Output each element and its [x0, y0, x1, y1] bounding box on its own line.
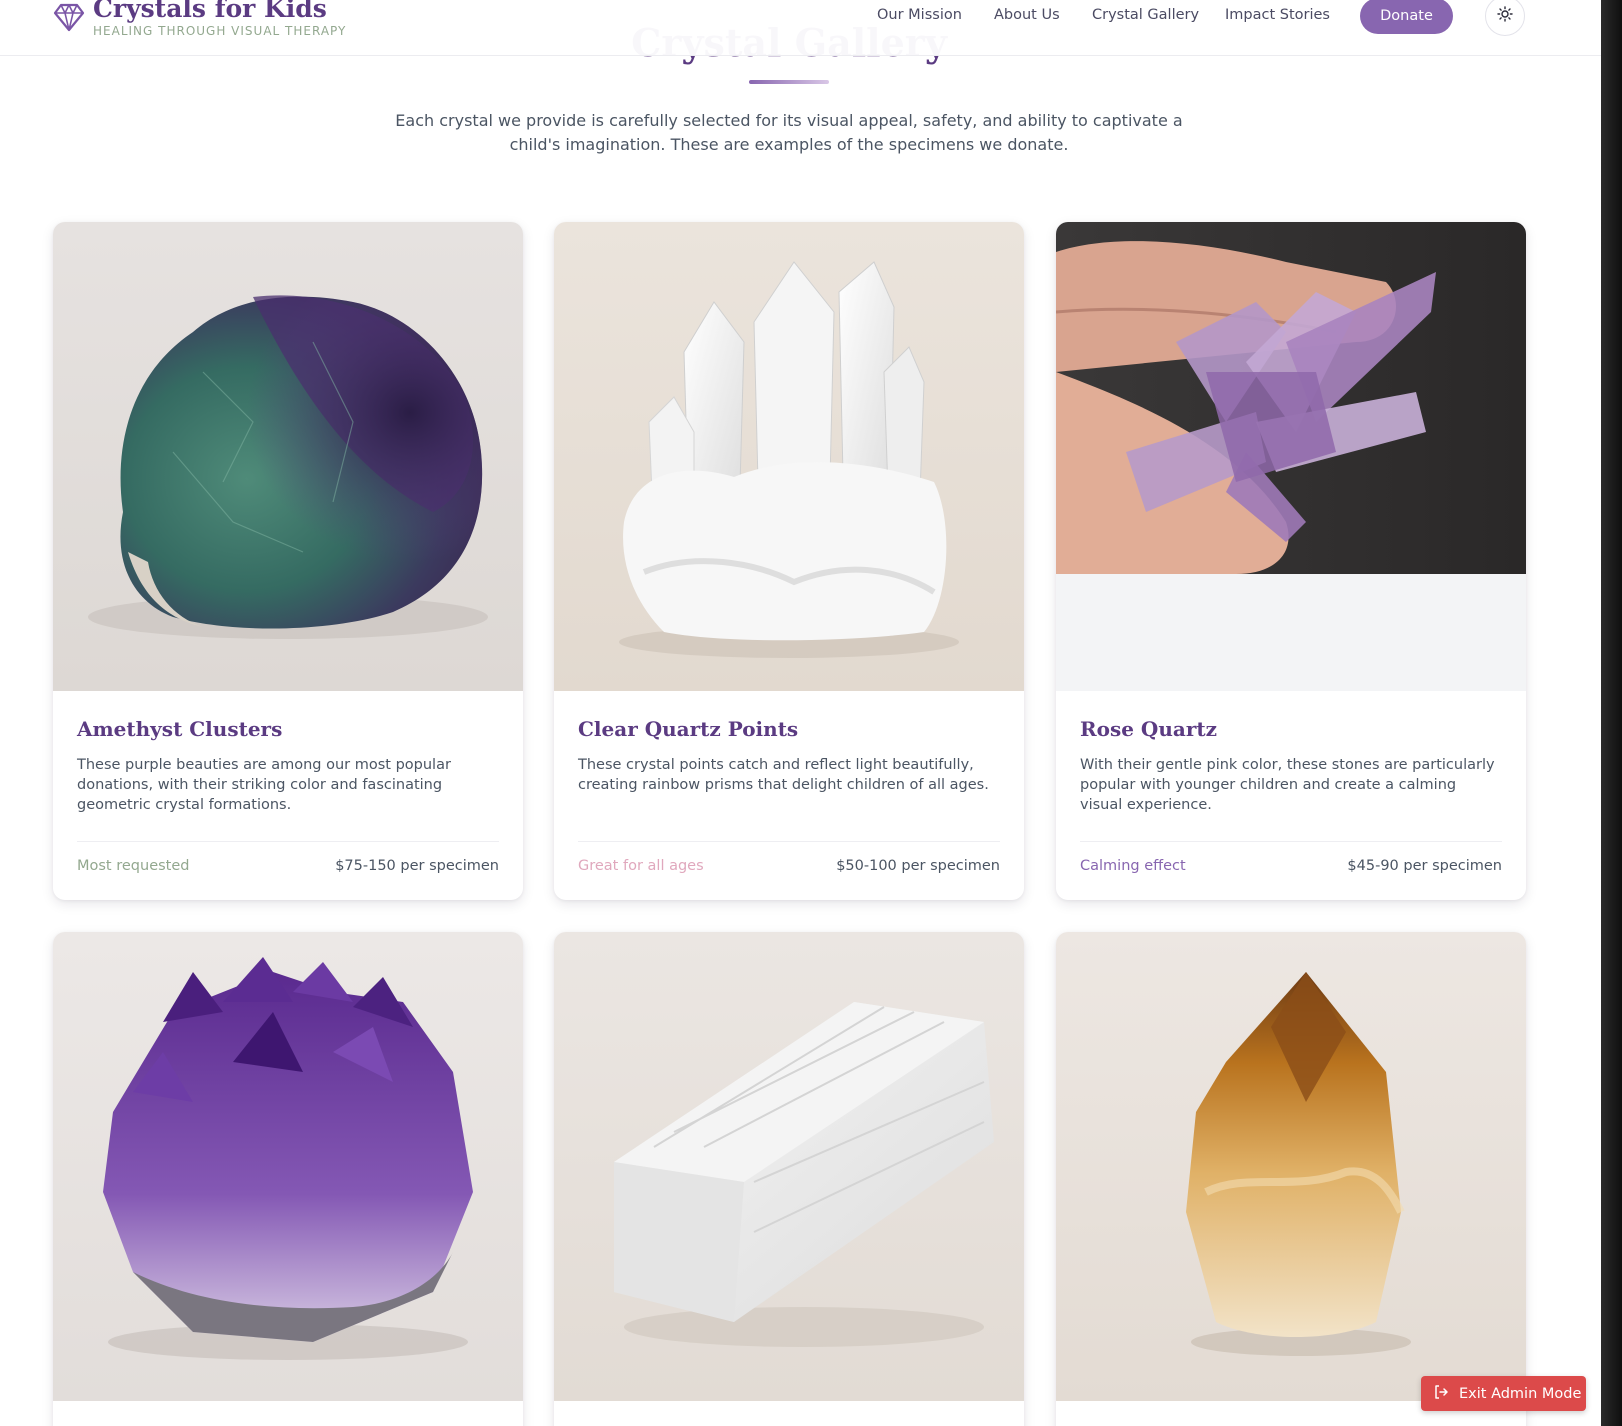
clear-quartz-image: [554, 222, 1024, 691]
crystal-card[interactable]: Rose Quartz With their gentle pink color…: [1056, 222, 1526, 900]
window-edge: [1601, 0, 1622, 1426]
card-tag: Calming effect: [1080, 858, 1186, 874]
card-title: Amethyst Clusters: [77, 717, 283, 741]
crystal-card[interactable]: [1056, 932, 1526, 1426]
card-divider: [77, 841, 499, 842]
citrine-image: [1056, 932, 1526, 1401]
card-price: $50-100 per specimen: [836, 858, 1000, 874]
crystal-card[interactable]: [554, 932, 1024, 1426]
card-divider: [1080, 841, 1502, 842]
selenite-image: [554, 932, 1024, 1401]
card-price: $75-150 per specimen: [335, 858, 499, 874]
brand-tagline: HEALING THROUGH VISUAL THERAPY: [93, 24, 347, 38]
nav-our-mission[interactable]: Our Mission: [877, 7, 962, 23]
amethyst-image: [53, 932, 523, 1401]
nav-impact-stories[interactable]: Impact Stories: [1225, 7, 1330, 23]
card-description: With their gentle pink color, these ston…: [1080, 757, 1495, 813]
sun-icon: [1497, 6, 1513, 26]
fluorite-image: [53, 222, 523, 691]
donate-button[interactable]: Donate: [1360, 0, 1453, 34]
card-divider: [578, 841, 1000, 842]
site-header: Crystals for Kids HEALING THROUGH VISUAL…: [0, 0, 1601, 56]
brand-name[interactable]: Crystals for Kids: [93, 0, 327, 23]
rose-quartz-image: [1056, 222, 1526, 691]
card-title: Clear Quartz Points: [578, 717, 799, 741]
crystal-card[interactable]: Amethyst Clusters These purple beauties …: [53, 222, 523, 900]
card-description: These crystal points catch and reflect l…: [578, 757, 989, 793]
card-price: $45-90 per specimen: [1347, 858, 1502, 874]
nav-crystal-gallery[interactable]: Crystal Gallery: [1092, 7, 1199, 23]
card-title: Rose Quartz: [1080, 717, 1217, 741]
exit-admin-label: Exit Admin Mode: [1459, 1385, 1582, 1402]
crystal-card[interactable]: Clear Quartz Points These crystal points…: [554, 222, 1024, 900]
section-description: Each crystal we provide is carefully sel…: [395, 111, 1183, 154]
title-underline: [749, 80, 829, 84]
page: Crystal Gallery Each crystal we provide …: [0, 0, 1601, 1426]
crystal-card[interactable]: [53, 932, 523, 1426]
exit-admin-button[interactable]: Exit Admin Mode: [1421, 1376, 1586, 1411]
card-tag: Most requested: [77, 858, 190, 874]
card-tag: Great for all ages: [578, 858, 704, 874]
nav-about-us[interactable]: About Us: [994, 7, 1060, 23]
theme-toggle-button[interactable]: [1485, 0, 1525, 36]
logout-icon: [1433, 1384, 1449, 1404]
card-description: These purple beauties are among our most…: [77, 757, 451, 813]
diamond-icon[interactable]: [53, 2, 85, 32]
